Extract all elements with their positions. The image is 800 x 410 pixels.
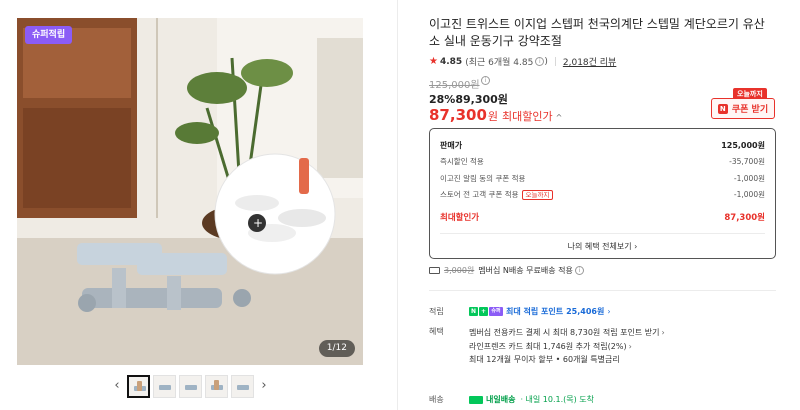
super-icon: 슈퍼 — [489, 307, 503, 316]
coupon-download-button[interactable]: N 쿠폰 받기 — [711, 98, 775, 119]
stepper-product-photo: + — [17, 18, 363, 365]
chevron-up-icon[interactable]: ^ — [556, 113, 563, 122]
chevron-right-icon: › — [607, 307, 611, 316]
breakdown-row: 즉시할인 적용 -35,700원 — [440, 154, 765, 171]
max-points-label: 최대 적립 포인트 — [506, 307, 564, 316]
chevron-right-icon: › — [628, 341, 632, 351]
view-all-benefits-link[interactable]: 나의 혜택 전체보기 › — [440, 241, 765, 252]
breakdown-best-value: 87,300원 — [724, 213, 765, 224]
thumbnail-3[interactable] — [179, 374, 202, 398]
breakdown-value: 125,000원 — [721, 140, 765, 150]
column-divider — [397, 0, 398, 410]
breakdown-row: 스토어 전 고객 쿠폰 적용 오늘까지 -1,000원 — [440, 187, 765, 204]
best-price-line[interactable]: 87,300 원 최대할인가 ^ — [429, 106, 562, 124]
review-count-link[interactable]: 2,018건 리뷰 — [563, 55, 616, 68]
svg-text:+: + — [253, 216, 263, 230]
thumbnail-next-arrow-icon[interactable]: › — [257, 374, 271, 398]
thumbnail-strip: ‹ › — [110, 374, 271, 398]
rating-recent: (최근 6개월 4.85 — [465, 58, 534, 68]
super-points-badge: 슈퍼적립 — [25, 26, 73, 44]
image-counter: 1/12 — [318, 340, 355, 357]
delivery-info: 내일배송 · 내일 10.1.(목) 도착 — [469, 394, 594, 405]
sale-price: 89,300원 — [455, 93, 508, 106]
breakdown-best-label: 최대할인가 — [440, 213, 480, 224]
info-icon[interactable]: i — [574, 266, 584, 275]
delivery-date: · 내일 10.1.(목) 도착 — [520, 395, 595, 404]
breakdown-label: 판매가 — [440, 140, 463, 150]
best-price-label: 최대할인가 — [502, 110, 553, 123]
section-divider — [429, 290, 776, 291]
breakdown-label: 이고진 알림 동의 쿠폰 적용 — [440, 173, 526, 183]
benefit-item[interactable]: 라인프렌즈 카드 최대 1,746원 추가 적립(2%) › — [469, 340, 665, 354]
product-title: 이고진 트위스트 이지업 스텝퍼 천국의계단 스텝밀 계단오르기 유산소 실내 … — [429, 17, 765, 48]
thumbnail-4[interactable] — [205, 374, 228, 398]
thumbnail-prev-arrow-icon[interactable]: ‹ — [110, 374, 124, 398]
shipping-fee-line: 3,000원 멤버십 N배송 무료배송 적용 i — [429, 265, 584, 276]
benefits-row-label: 혜택 — [429, 327, 444, 336]
benefit-item: 최대 12개월 무이자 할부 • 60개월 특별금리 — [469, 353, 665, 367]
star-icon: ★ — [429, 56, 438, 67]
max-points-link[interactable]: N + 슈퍼 최대 적립 포인트 25,406원 › — [469, 306, 611, 317]
divider: | — [553, 56, 557, 67]
truck-icon — [429, 267, 440, 274]
breakdown-row: 이고진 알림 동의 쿠폰 적용 -1,000원 — [440, 170, 765, 187]
thumbnail-2[interactable] — [153, 374, 176, 398]
rating-summary: ★ 4.85 (최근 6개월 4.85 i ) | 2,018건 리뷰 — [429, 55, 616, 68]
rating-recent-close: ) — [544, 56, 548, 67]
points-row-label: 적립 — [429, 307, 444, 316]
breakdown-value: -1,000원 — [733, 173, 765, 183]
price-info-icon[interactable]: i — [481, 76, 490, 85]
info-icon[interactable]: i — [535, 57, 545, 66]
delivery-row-label: 배송 — [429, 395, 444, 404]
naver-n-icon: N — [717, 103, 728, 114]
benefit-text: 최대 12개월 무이자 할부 • 60개월 특별금리 — [469, 355, 620, 364]
today-only-pill: 오늘까지 — [521, 190, 554, 201]
max-points-amount: 25,406원 — [566, 307, 605, 316]
breakdown-row: 판매가 125,000원 — [440, 137, 765, 154]
breakdown-label: 스토어 전 고객 쿠폰 적용 — [440, 190, 519, 200]
thumbnail-5[interactable] — [231, 374, 254, 398]
breakdown-label-wrap: 스토어 전 고객 쿠폰 적용 오늘까지 — [440, 189, 554, 201]
price-breakdown-box: 판매가 125,000원 즉시할인 적용 -35,700원 이고진 알림 동의 … — [429, 128, 776, 259]
plus-icon: + — [479, 307, 488, 316]
breakdown-label: 즉시할인 적용 — [440, 157, 484, 167]
view-all-benefits-label: 나의 혜택 전체보기 — [567, 241, 632, 251]
benefit-item[interactable]: 멤버십 전용카드 결제 시 최대 8,730원 적립 포인트 받기 › — [469, 326, 665, 340]
benefits-list: 멤버십 전용카드 결제 시 최대 8,730원 적립 포인트 받기 › 라인프렌즈… — [469, 326, 665, 367]
chevron-right-icon: › — [661, 328, 665, 337]
best-price-unit: 원 — [487, 110, 499, 123]
delivery-name: 내일배송 — [486, 395, 516, 404]
shipping-text: 멤버십 N배송 무료배송 적용 — [478, 266, 573, 275]
delivery-truck-icon — [469, 395, 483, 404]
benefit-text: 라인프렌즈 카드 최대 1,746원 추가 적립(2%) — [469, 341, 627, 351]
sale-price-line: 28%89,300원 — [429, 91, 508, 107]
rating-score: 4.85 — [439, 56, 463, 67]
product-main-image[interactable]: + 슈퍼적립 1/12 — [17, 18, 363, 365]
best-price: 87,300 — [429, 106, 487, 124]
original-price: 125,000원 — [429, 80, 480, 91]
benefit-text: 멤버십 전용카드 결제 시 최대 8,730원 적립 포인트 받기 — [469, 328, 660, 337]
breakdown-best-row: 최대할인가 87,300원 — [440, 209, 765, 226]
thumbnail-1[interactable] — [127, 374, 150, 398]
old-shipping-fee: 3,000원 — [444, 266, 475, 275]
breakdown-value: -35,700원 — [729, 157, 765, 167]
naver-n-icon: N — [469, 307, 478, 316]
chevron-right-icon: › — [634, 241, 638, 251]
breakdown-value: -1,000원 — [733, 190, 765, 200]
coupon-button-label: 쿠폰 받기 — [731, 105, 769, 115]
divider — [440, 232, 765, 234]
discount-rate: 28% — [429, 93, 456, 106]
